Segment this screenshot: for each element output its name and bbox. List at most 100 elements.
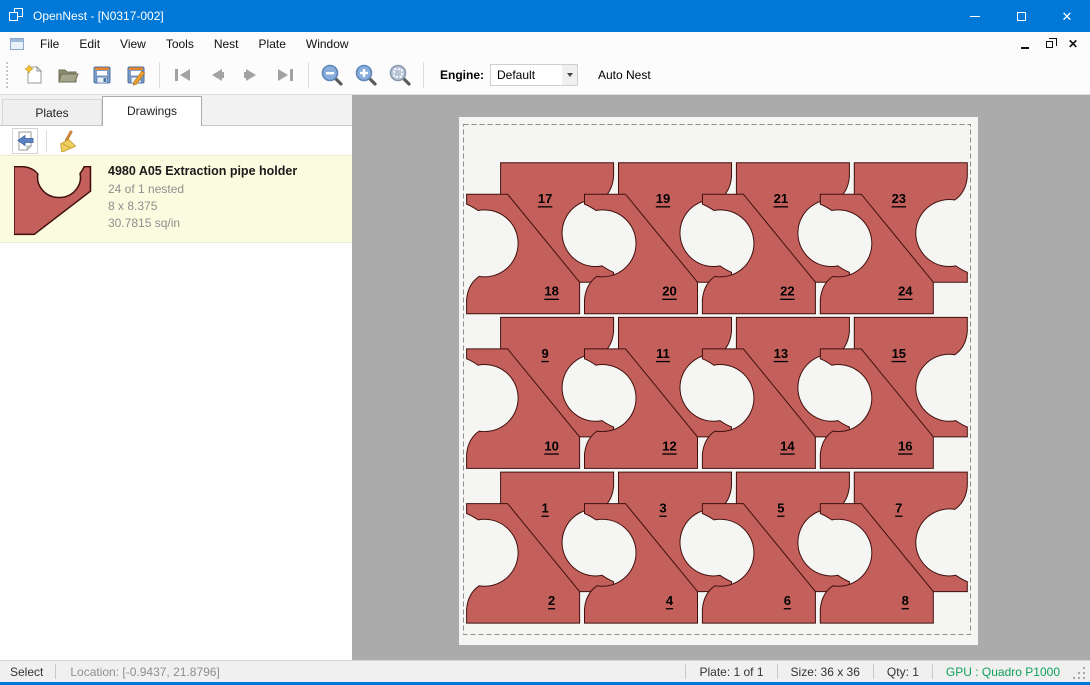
mdi-minimize-icon <box>1021 47 1029 49</box>
part-label-1: 1 <box>541 501 548 516</box>
maximize-button[interactable] <box>998 0 1044 32</box>
menu-item-nest[interactable]: Nest <box>204 34 249 54</box>
open-folder-icon <box>57 64 79 86</box>
broom-icon <box>57 130 79 152</box>
window-title: OpenNest - [N0317-002] <box>33 9 164 23</box>
menu-item-plate[interactable]: Plate <box>249 34 296 54</box>
part-label-13: 13 <box>774 346 788 361</box>
part-label-15: 15 <box>892 346 906 361</box>
zoom-in-icon <box>354 63 378 87</box>
zoom-out-icon <box>320 63 344 87</box>
document-window-icon[interactable] <box>10 38 24 50</box>
zoom-fit-icon <box>388 63 412 87</box>
auto-nest-button[interactable]: Auto Nest <box>592 64 657 86</box>
title-bar: OpenNest - [N0317-002] ✕ <box>0 0 1090 32</box>
tab-strip: Plates Drawings <box>0 95 352 126</box>
close-icon: ✕ <box>1062 10 1073 23</box>
previous-plate-button[interactable] <box>202 60 232 90</box>
part-label-12: 12 <box>662 438 676 453</box>
save-as-button[interactable] <box>121 60 151 90</box>
save-button[interactable] <box>87 60 117 90</box>
part-label-18: 18 <box>544 284 558 299</box>
part-label-7: 7 <box>895 501 902 516</box>
go-previous-icon <box>206 64 228 86</box>
menu-item-view[interactable]: View <box>110 34 156 54</box>
status-mode: Select <box>0 665 55 679</box>
import-drawing-button[interactable] <box>12 128 38 154</box>
last-plate-button[interactable] <box>270 60 300 90</box>
part-label-5: 5 <box>777 501 784 516</box>
engine-select[interactable]: Default <box>490 64 578 86</box>
go-first-icon <box>172 64 194 86</box>
toolbar-separator <box>308 62 309 88</box>
part-shape <box>14 167 90 235</box>
drawing-title: 4980 A05 Extraction pipe holder <box>108 164 342 178</box>
import-drawing-icon <box>14 130 36 152</box>
chevron-down-icon <box>562 65 577 85</box>
app-icon <box>9 8 25 24</box>
status-bar: Select Location: [-0.9437, 21.8796] Plat… <box>0 660 1090 685</box>
first-plate-button[interactable] <box>168 60 198 90</box>
part-label-14: 14 <box>780 438 795 453</box>
part-thumbnail <box>14 164 98 236</box>
drawing-dimensions: 8 x 8.375 <box>108 198 342 215</box>
part-label-8: 8 <box>902 593 909 608</box>
drawing-list-empty-area <box>0 243 352 660</box>
part-label-22: 22 <box>780 284 794 299</box>
mdi-restore-button[interactable] <box>1042 37 1056 51</box>
clear-drawings-button[interactable] <box>55 128 81 154</box>
menu-item-file[interactable]: File <box>30 34 69 54</box>
engine-label: Engine: <box>440 68 484 82</box>
maximize-icon <box>1017 12 1026 21</box>
drawing-nested-count: 24 of 1 nested <box>108 181 342 198</box>
status-cell-2: Qty: 1 <box>874 665 932 679</box>
status-cell-3: GPU : Quadro P1000 <box>933 665 1073 679</box>
drawing-list-item[interactable]: 4980 A05 Extraction pipe holder 24 of 1 … <box>0 155 352 243</box>
mdi-close-button[interactable]: ✕ <box>1066 37 1080 51</box>
tab-drawings[interactable]: Drawings <box>102 96 202 126</box>
status-cell-0: Plate: 1 of 1 <box>686 665 776 679</box>
save-as-icon <box>125 64 147 86</box>
panel-toolbar-separator <box>46 130 47 152</box>
part-label-2: 2 <box>548 593 555 608</box>
mdi-minimize-button[interactable] <box>1018 37 1032 51</box>
status-cell-1: Size: 36 x 36 <box>778 665 873 679</box>
tab-plates[interactable]: Plates <box>2 99 102 126</box>
minimize-icon <box>970 16 980 17</box>
part-label-19: 19 <box>656 191 670 206</box>
part-label-11: 11 <box>656 346 670 361</box>
part-label-21: 21 <box>774 191 788 206</box>
part-label-20: 20 <box>662 284 676 299</box>
status-location: Location: [-0.9437, 21.8796] <box>56 665 233 679</box>
toolbar-grip[interactable] <box>6 62 11 88</box>
zoom-fit-button[interactable] <box>385 60 415 90</box>
part-label-9: 9 <box>541 346 548 361</box>
toolbar-separator <box>159 62 160 88</box>
main-toolbar: Engine: Default Auto Nest <box>0 55 1090 95</box>
menu-item-tools[interactable]: Tools <box>156 34 204 54</box>
zoom-in-button[interactable] <box>351 60 381 90</box>
go-last-icon <box>274 64 296 86</box>
sidebar: Plates Drawings <box>0 95 352 660</box>
close-button[interactable]: ✕ <box>1044 0 1090 32</box>
save-icon <box>91 64 113 86</box>
new-button[interactable] <box>19 60 49 90</box>
menu-item-edit[interactable]: Edit <box>69 34 110 54</box>
resize-grip[interactable] <box>1073 667 1087 681</box>
zoom-out-button[interactable] <box>317 60 347 90</box>
opennest-window: OpenNest - [N0317-002] ✕ FileEditViewToo… <box>0 0 1090 685</box>
toolbar-separator <box>423 62 424 88</box>
next-plate-button[interactable] <box>236 60 266 90</box>
go-next-icon <box>240 64 262 86</box>
part-label-4: 4 <box>666 593 674 608</box>
minimize-button[interactable] <box>952 0 998 32</box>
open-button[interactable] <box>53 60 83 90</box>
engine-value: Default <box>491 68 562 82</box>
part-label-6: 6 <box>784 593 791 608</box>
part-label-23: 23 <box>892 191 906 206</box>
nest-canvas[interactable]: 171819202122232491011121314151612345678 <box>352 95 1090 660</box>
menu-item-window[interactable]: Window <box>296 34 359 54</box>
part-label-10: 10 <box>544 438 558 453</box>
mdi-close-icon: ✕ <box>1068 38 1078 50</box>
part-label-16: 16 <box>898 438 912 453</box>
